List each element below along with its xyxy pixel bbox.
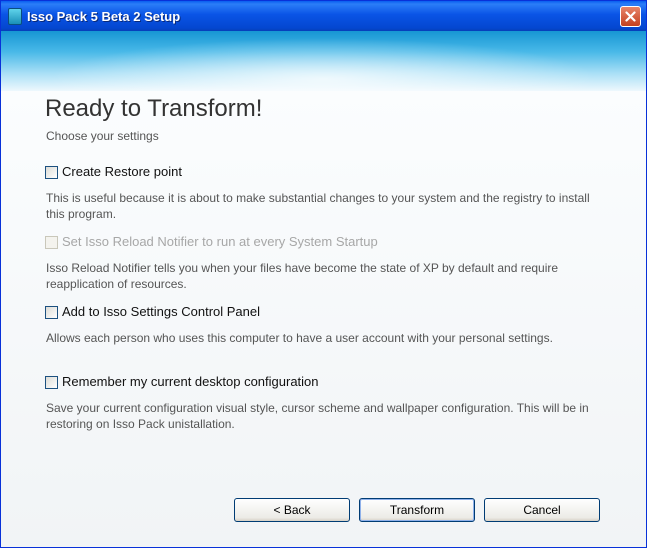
window-title: Isso Pack 5 Beta 2 Setup — [27, 9, 181, 24]
remember-desktop-description: Save your current configuration visual s… — [46, 401, 589, 431]
reload-notifier-checkbox — [45, 236, 58, 249]
setup-window: Isso Pack 5 Beta 2 Setup Ready to Transf… — [0, 0, 647, 548]
header-banner — [1, 31, 646, 91]
transform-button[interactable]: Transform — [359, 498, 475, 522]
back-button[interactable]: < Back — [234, 498, 350, 522]
cancel-button[interactable]: Cancel — [484, 498, 600, 522]
close-button[interactable] — [620, 6, 641, 27]
setup-app-icon — [8, 8, 22, 25]
wizard-page: Ready to Transform! Choose your settings… — [1, 91, 646, 547]
title-bar[interactable]: Isso Pack 5 Beta 2 Setup — [1, 1, 646, 31]
remember-desktop-label[interactable]: Remember my current desktop configuratio… — [62, 374, 319, 389]
remember-desktop-checkbox[interactable] — [45, 376, 58, 389]
settings-control-panel-label[interactable]: Add to Isso Settings Control Panel — [62, 304, 260, 319]
create-restore-point-checkbox[interactable] — [45, 166, 58, 179]
settings-control-panel-checkbox[interactable] — [45, 306, 58, 319]
create-restore-point-label[interactable]: Create Restore point — [62, 164, 182, 179]
create-restore-point-description: This is useful because it is about to ma… — [46, 191, 590, 221]
reload-notifier-description: Isso Reload Notifier tells you when your… — [46, 261, 559, 291]
reload-notifier-label: Set Isso Reload Notifier to run at every… — [62, 234, 378, 249]
page-subtitle: Choose your settings — [46, 129, 159, 143]
page-title: Ready to Transform! — [45, 95, 263, 122]
settings-control-panel-description: Allows each person who uses this compute… — [46, 331, 553, 345]
banner-glow — [1, 31, 646, 91]
close-icon — [625, 11, 636, 22]
